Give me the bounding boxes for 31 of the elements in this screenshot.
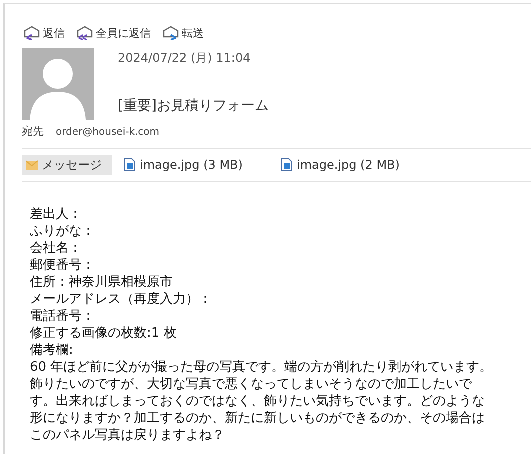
body-line: 60 年ほど前に父がが撮った母の写真です。端の方が削れたり剥がれています。	[30, 359, 493, 376]
recipient-label: 宛先	[22, 124, 44, 139]
reply-button[interactable]: 返信	[22, 26, 67, 40]
reply-icon	[24, 26, 40, 40]
attachment-tab[interactable]: image.jpg (3 MB)	[120, 155, 247, 175]
message-date: 2024/07/22 (月) 11:04	[118, 50, 252, 67]
body-line: す。出来ればしまっておくのではなく、飾りたい気持ちでいます。どのような	[30, 393, 485, 410]
image-file-icon	[280, 158, 293, 172]
body-line: 修正する画像の枚数:1 枚	[30, 325, 177, 342]
body-line: ふりがな：	[30, 223, 95, 240]
body-line: 電話番号：	[30, 308, 95, 325]
body-line: メールアドレス（再度入力）：	[30, 291, 212, 308]
body-line: 備考欄:	[30, 342, 74, 359]
attachment-tab[interactable]: image.jpg (2 MB)	[276, 155, 404, 175]
body-line: 飾りたいのですが、大切な写真で悪くなってしまいそうなので加工したいで	[30, 376, 472, 393]
message-subject: [重要]お見積りフォーム	[118, 97, 269, 115]
message-tab[interactable]: メッセージ	[22, 155, 112, 175]
body-line: 会社名：	[30, 240, 82, 257]
image-file-icon	[124, 158, 136, 172]
avatar-icon	[22, 48, 94, 120]
envelope-icon	[26, 158, 38, 172]
reply-all-icon	[77, 26, 93, 40]
reply-all-button[interactable]: 全員に返信	[75, 26, 153, 40]
body-line: 住所：神奈川県相模原市	[30, 274, 173, 291]
body-line: 形になりますか？加工するのか、新たに新しいものができるのか、その場合は	[30, 410, 485, 427]
forward-icon	[163, 26, 179, 40]
body-line: このパネル写真は戻りますよね？	[30, 427, 225, 444]
forward-button[interactable]: 転送	[161, 26, 206, 40]
body-line: 差出人：	[30, 206, 82, 223]
recipient-address: order@housei-k.com	[56, 127, 160, 138]
body-line: 郵便番号：	[30, 257, 95, 274]
